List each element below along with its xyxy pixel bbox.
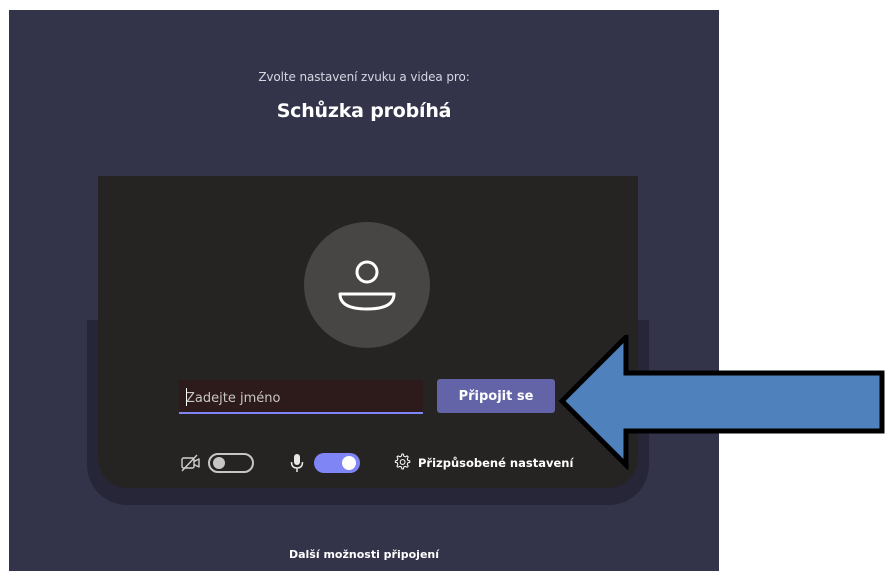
annotation-arrow bbox=[558, 335, 885, 470]
video-preview-panel: Připojit se bbox=[98, 176, 638, 488]
custom-settings-button[interactable]: Přizpůsobené nastavení bbox=[394, 452, 573, 474]
microphone-icon[interactable] bbox=[290, 453, 304, 477]
media-controls: Přizpůsobené nastavení bbox=[180, 452, 580, 476]
toggle-knob bbox=[213, 457, 225, 469]
meeting-title: Schůzka probíhá bbox=[276, 100, 452, 122]
camera-off-icon[interactable] bbox=[180, 453, 202, 477]
text-caret bbox=[186, 388, 187, 406]
name-input[interactable] bbox=[179, 380, 423, 414]
more-join-options-link[interactable]: Další možnosti připojení bbox=[9, 548, 719, 561]
custom-settings-label: Přizpůsobené nastavení bbox=[418, 456, 574, 470]
join-button[interactable]: Připojit se bbox=[437, 379, 555, 413]
camera-toggle[interactable] bbox=[208, 453, 254, 473]
microphone-toggle[interactable] bbox=[314, 453, 360, 473]
gear-icon bbox=[394, 453, 412, 474]
toggle-knob bbox=[342, 456, 356, 470]
prejoin-subtitle: Zvolte nastavení zvuku a videa pro: bbox=[258, 70, 470, 84]
avatar bbox=[304, 222, 430, 348]
person-icon bbox=[338, 260, 396, 311]
prejoin-screen: Zvolte nastavení zvuku a videa pro: Schů… bbox=[9, 10, 719, 571]
